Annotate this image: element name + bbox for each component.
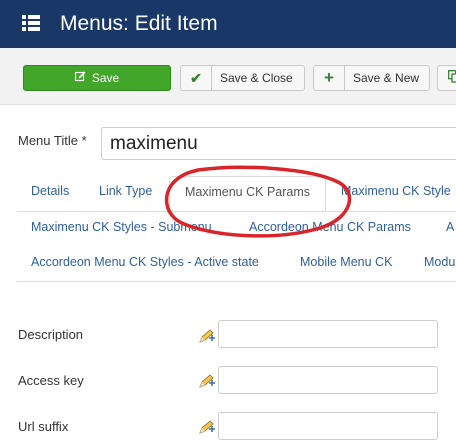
access-key-input[interactable]	[218, 366, 438, 394]
menu-title-label: Menu Title *	[18, 133, 87, 148]
save-new-label: Save & New	[353, 71, 420, 85]
top-header: Menus: Edit Item	[0, 0, 456, 48]
edit-pencil-icon[interactable]	[198, 328, 216, 344]
access-key-label: Access key	[18, 373, 84, 388]
save-close-label: Save & Close	[220, 71, 293, 85]
tab-link-type[interactable]: Link Type	[99, 184, 152, 198]
save-button[interactable]: Save	[23, 65, 171, 91]
menu-list-icon	[22, 15, 40, 31]
edit-pencil-icon[interactable]	[198, 373, 216, 389]
save-as-copy-button[interactable]	[437, 65, 456, 91]
description-input[interactable]	[218, 320, 438, 348]
check-icon: ✔	[181, 66, 212, 90]
page-title: Menus: Edit Item	[60, 12, 218, 35]
tab-mobile-menu-ck[interactable]: Mobile Menu CK	[300, 255, 392, 269]
save-button-label: Save	[91, 71, 120, 85]
tab-details[interactable]: Details	[31, 184, 69, 198]
edit-icon	[74, 67, 86, 91]
red-highlight-circle	[164, 165, 352, 238]
url-suffix-label: Url suffix	[18, 419, 69, 434]
url-suffix-input[interactable]	[218, 412, 438, 440]
tab-panel-border	[17, 281, 456, 282]
copy-icon	[438, 66, 456, 90]
edit-menu-item-page: Menus: Edit Item Save ✔ Save & Close + S…	[0, 0, 456, 448]
tab-row3-more[interactable]: Modu	[424, 255, 455, 269]
description-label: Description	[18, 327, 84, 342]
tab-row2-more[interactable]: A	[446, 220, 454, 234]
save-close-button[interactable]: ✔ Save & Close	[180, 65, 305, 91]
plus-icon: +	[314, 66, 345, 90]
toolbar: Save ✔ Save & Close + Save & New	[0, 48, 456, 105]
tab-accordeon-styles-active[interactable]: Accordeon Menu CK Styles - Active state	[31, 255, 259, 269]
menu-title-input[interactable]: maximenu	[101, 127, 456, 160]
save-new-button[interactable]: + Save & New	[313, 65, 430, 91]
edit-pencil-icon[interactable]	[198, 419, 216, 435]
